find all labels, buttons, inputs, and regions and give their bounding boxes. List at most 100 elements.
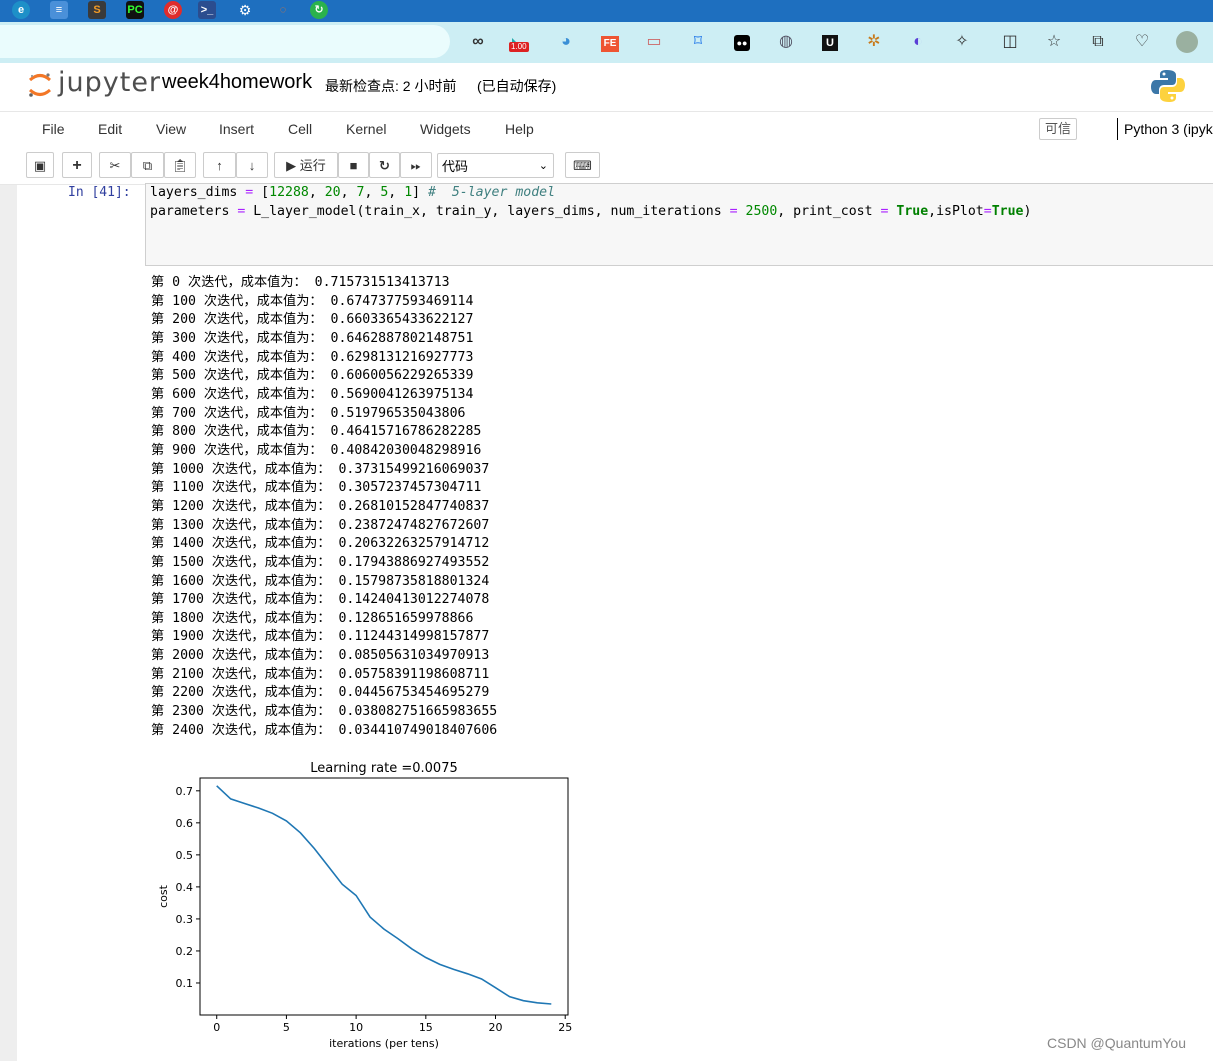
island-extension-icon[interactable]: ✲ [863,31,885,53]
menu-cell[interactable]: Cell [288,121,312,137]
python-logo-icon [1151,70,1185,102]
output-line: 第 1400 次迭代，成本值为： 0.20632263257914712 [151,536,490,552]
menubar: File Edit View Insert Cell Kernel Widget… [0,111,1213,148]
menu-insert[interactable]: Insert [219,121,254,137]
move-up-button[interactable]: ↑ [203,152,236,178]
move-down-button[interactable]: ↓ [236,152,268,178]
y-tick-label: 0.5 [176,849,194,862]
restart-button[interactable]: ↻ [369,152,400,178]
arrow-up-icon: ↑ [216,158,223,173]
tampermonkey-icon[interactable]: ●● [731,31,753,53]
netease-music-icon[interactable]: @ [164,1,182,19]
menu-edit[interactable]: Edit [98,121,122,137]
x-tick-label: 5 [283,1021,290,1034]
favorites-icon[interactable]: ☆ [1043,31,1065,53]
zoom-extension-icon[interactable]: ◣ 1.00 [509,31,532,53]
notebook-toolbar: ▣ + ✂ ⧉ 📋︎ ↑ ↓ ▶ 运行 ■ ↻ ⏩︎ 代码 ⌄ ⌨ [0,148,1213,185]
cut-button[interactable]: ✂ [99,152,131,178]
y-tick-label: 0.7 [176,785,194,798]
output-line: 第 1900 次迭代，成本值为： 0.11244314998157877 [151,629,490,645]
paste-button[interactable]: 📋︎ [164,152,196,178]
output-line: 第 700 次迭代，成本值为： 0.519796535043806 [151,405,466,421]
circle-extension-icon[interactable]: ◐ [907,31,929,53]
menu-kernel[interactable]: Kernel [346,121,386,137]
copy-button[interactable]: ⧉ [131,152,164,178]
output-line: 第 200 次迭代，成本值为： 0.6603365433622127 [151,312,474,328]
menu-widgets[interactable]: Widgets [420,121,471,137]
x-tick-label: 15 [419,1021,433,1034]
jupyter-logo-text[interactable]: jupyter [58,67,161,98]
restart-run-all-button[interactable]: ⏩︎ [400,152,432,178]
watermark: CSDN @QuantumYou [1047,1035,1186,1051]
output-line: 第 1700 次迭代，成本值为： 0.14240413012274078 [151,592,490,608]
output-line: 第 400 次迭代，成本值为： 0.6298131216927773 [151,349,474,365]
y-tick-label: 0.2 [176,945,194,958]
insert-cell-button[interactable]: + [62,152,92,178]
cell-type-select[interactable]: 代码 ⌄ [437,153,554,178]
output-line: 第 1200 次迭代，成本值为： 0.26810152847740837 [151,498,490,514]
fe-extension-icon[interactable]: FE [599,31,621,53]
fast-forward-icon: ⏩︎ [410,158,422,173]
sublime-icon[interactable]: S [88,1,106,19]
menu-file[interactable]: File [42,121,65,137]
output-line: 第 1800 次迭代，成本值为： 0.128651659978866 [151,610,474,626]
bookmark-icon[interactable]: ⌑ [687,31,709,53]
restart-icon: ↻ [379,158,390,173]
jupyter-taskbar-icon[interactable]: ◌ [274,1,292,19]
kernel-indicator[interactable]: Python 3 (ipyk [1117,118,1213,140]
app-icon[interactable]: ≡ [50,1,68,19]
trusted-indicator[interactable]: 可信 [1039,118,1077,140]
output-line: 第 2300 次迭代，成本值为： 0.038082751665983655 [151,704,498,720]
code-line: layers_dims = [12288, 20, 7, 5, 1] # 5-l… [150,185,556,200]
save-button[interactable]: ▣ [26,152,54,178]
run-button[interactable]: ▶ 运行 [274,152,338,178]
menu-help[interactable]: Help [505,121,534,137]
output-line: 第 2400 次迭代，成本值为： 0.034410749018407606 [151,722,498,738]
notebook-name[interactable]: week4homework [162,71,312,94]
collections-icon[interactable]: ⧉ [1087,31,1109,53]
input-prompt: In [41]: [68,185,131,200]
output-line: 第 500 次迭代，成本值为： 0.6060056229265339 [151,368,474,384]
performance-icon[interactable]: ♡ [1131,31,1153,53]
edge-browser-icon[interactable]: e [12,1,30,19]
output-line: 第 1500 次迭代，成本值为： 0.17943886927493552 [151,554,490,570]
jupyter-logo-icon[interactable] [28,72,52,98]
profile-avatar[interactable] [1176,31,1198,53]
infinity-extension-icon[interactable]: ∞ [467,31,489,53]
y-tick-label: 0.4 [176,881,194,894]
y-tick-label: 0.1 [176,977,194,990]
output-line: 第 2200 次迭代，成本值为： 0.04456753454695279 [151,685,490,701]
output-line: 第 600 次迭代，成本值为： 0.5690041263975134 [151,386,474,402]
cell-output: 第 0 次迭代，成本值为： 0.715731513413713 第 100 次迭代… [151,274,497,740]
menu-view[interactable]: View [156,121,186,137]
save-icon: ▣ [33,158,47,173]
autosave-status: (已自动保存) [477,78,557,94]
output-line: 第 2100 次迭代，成本值为： 0.05758391198608711 [151,666,490,682]
keyboard-icon: ⌨ [573,158,592,173]
u-extension-icon[interactable]: U [819,31,841,53]
interrupt-button[interactable]: ■ [338,152,369,178]
reader-extension-icon[interactable]: ▭ [643,31,665,53]
settings-gear-icon[interactable]: ⚙ [236,1,254,19]
x-tick-label: 0 [213,1021,220,1034]
chart-title: Learning rate =0.0075 [310,761,458,776]
fish-extension-icon[interactable]: ◕ [555,31,577,53]
code-input-area[interactable]: layers_dims = [12288, 20, 7, 5, 1] # 5-l… [145,183,1213,266]
terminal-icon[interactable]: >_ [198,1,216,19]
arrow-down-icon: ↓ [248,158,256,173]
paste-icon: 📋︎ [171,158,189,173]
command-palette-button[interactable]: ⌨ [565,152,600,178]
x-tick-label: 10 [349,1021,363,1034]
extensions-icon[interactable]: ✧ [951,31,973,53]
pycharm-icon[interactable]: PC [126,1,144,19]
browser-toolbar: ∞ ◣ 1.00 ◕ FE ▭ ⌑ ●● ◍ U ✲ ◐ ✧ ◫ ☆ ⧉ ♡ [0,22,1213,63]
globe-extension-icon[interactable]: ◍ [775,31,797,53]
plot-frame [199,777,569,1016]
code-line: parameters = L_layer_model(train_x, trai… [150,204,1032,219]
address-bar[interactable] [0,25,450,58]
jupyter-header: jupyter week4homework 最新检查点: 2 小时前 (已自动保… [0,63,1213,111]
sync-icon[interactable]: ↻ [310,1,328,19]
split-screen-icon[interactable]: ◫ [999,31,1021,53]
output-line: 第 1000 次迭代，成本值为： 0.37315499216069037 [151,461,490,477]
scissors-icon: ✂ [109,158,121,173]
